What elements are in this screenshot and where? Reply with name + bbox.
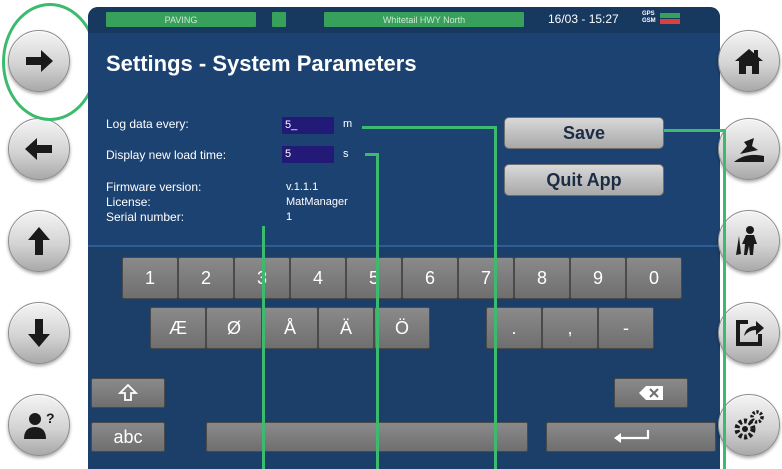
export-icon	[736, 320, 764, 346]
shift-key[interactable]	[91, 378, 165, 408]
svg-text:?: ?	[46, 410, 55, 426]
enter-icon	[614, 430, 650, 443]
arrow-down-icon	[28, 319, 50, 347]
key-ae[interactable]: Æ	[150, 307, 206, 349]
key-o-umlaut[interactable]: Ö	[374, 307, 430, 349]
serial-label: Serial number:	[106, 210, 185, 224]
firmware-label: Firmware version:	[106, 180, 202, 194]
gsm-status-indicator	[660, 19, 680, 24]
key-o-slash[interactable]: Ø	[206, 307, 262, 349]
gsm-label: GSM	[642, 18, 656, 24]
highlight-ring	[2, 3, 98, 121]
settings-button[interactable]	[718, 394, 780, 456]
license-label: License:	[106, 195, 151, 209]
key-6[interactable]: 6	[402, 257, 458, 299]
gps-label: GPS	[642, 11, 655, 17]
callout-line-log-v	[494, 126, 497, 469]
space-key[interactable]	[206, 422, 528, 452]
backspace-key[interactable]	[614, 378, 688, 408]
callout-line-firmware	[262, 226, 265, 469]
connection-indicator	[272, 12, 286, 27]
app-screen: ? PAVING Whitetail HWY North 16/03 - 15:…	[0, 0, 782, 469]
key-a-umlaut[interactable]: Ä	[318, 307, 374, 349]
settings-gears-icon	[734, 410, 764, 440]
datetime: 16/03 - 15:27	[548, 12, 619, 26]
log-data-unit: m	[343, 118, 353, 130]
on-screen-keyboard: 1 2 3 4 5 6 7 8 9 0 Æ Ø Å Ä Ö . , -	[88, 245, 720, 469]
save-button[interactable]: Save	[504, 117, 664, 149]
arrow-left-icon	[25, 138, 52, 160]
arrow-down-button[interactable]	[8, 302, 70, 364]
key-1[interactable]: 1	[122, 257, 178, 299]
settings-panel: PAVING Whitetail HWY North 16/03 - 15:27…	[88, 7, 720, 469]
key-0[interactable]: 0	[626, 257, 682, 299]
callout-line-load-v	[376, 153, 379, 469]
gps-gsm-labels: GPS GSM	[642, 11, 656, 25]
key-4[interactable]: 4	[290, 257, 346, 299]
export-button[interactable]	[718, 302, 780, 364]
callout-line-log-h	[362, 126, 496, 129]
key-dash[interactable]: -	[598, 307, 654, 349]
worker-icon	[736, 226, 757, 255]
status-bar: PAVING Whitetail HWY North 16/03 - 15:27…	[88, 7, 720, 33]
abc-key[interactable]: abc	[91, 422, 165, 452]
key-9[interactable]: 9	[570, 257, 626, 299]
project-name: Whitetail HWY North	[324, 12, 524, 27]
callout-line-save-h	[664, 129, 726, 132]
key-8[interactable]: 8	[514, 257, 570, 299]
paver-icon	[734, 138, 764, 162]
load-time-input[interactable]: 5	[282, 146, 334, 163]
home-button[interactable]	[718, 30, 780, 92]
user-help-button[interactable]: ?	[8, 394, 70, 456]
shift-arrow-icon	[118, 383, 138, 401]
arrow-up-button[interactable]	[8, 210, 70, 272]
key-2[interactable]: 2	[178, 257, 234, 299]
arrow-up-icon	[28, 227, 50, 255]
arrow-left-button[interactable]	[8, 118, 70, 180]
paver-button[interactable]	[718, 118, 780, 180]
home-icon	[735, 49, 763, 74]
firmware-value: v.1.1.1	[286, 181, 319, 193]
callout-line-save-v	[723, 129, 726, 469]
key-7[interactable]: 7	[458, 257, 514, 299]
license-value: MatManager	[286, 196, 348, 208]
worker-button[interactable]	[718, 210, 780, 272]
key-5[interactable]: 5	[346, 257, 402, 299]
key-comma[interactable]: ,	[542, 307, 598, 349]
serial-value: 1	[286, 211, 293, 223]
load-time-label: Display new load time:	[106, 148, 227, 162]
log-data-label: Log data every:	[106, 117, 189, 131]
key-a-ring[interactable]: Å	[262, 307, 318, 349]
mode-indicator: PAVING	[106, 12, 256, 27]
enter-key[interactable]	[546, 422, 716, 452]
log-data-input[interactable]: 5_	[282, 117, 334, 134]
backspace-icon	[639, 386, 663, 400]
load-time-unit: s	[343, 148, 349, 160]
gps-status-indicator	[660, 13, 680, 18]
page-title: Settings - System Parameters	[106, 51, 417, 76]
user-help-icon: ?	[24, 410, 55, 439]
quit-app-button[interactable]: Quit App	[504, 164, 664, 196]
